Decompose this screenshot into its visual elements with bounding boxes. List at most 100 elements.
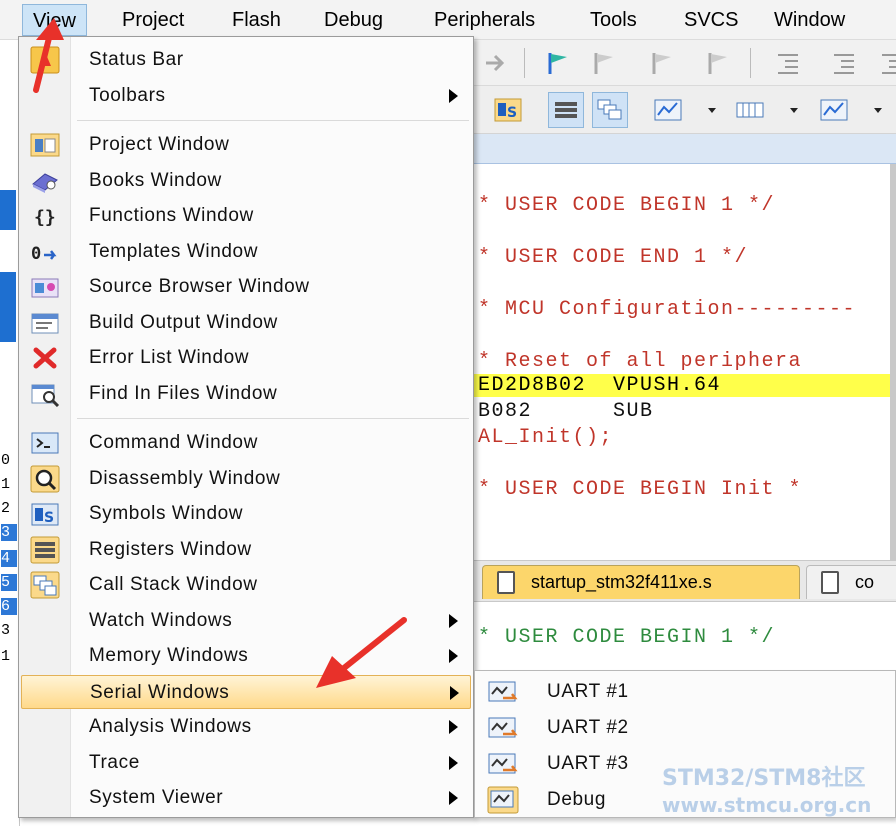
line-number: 1	[1, 648, 11, 665]
serial-dropdown-icon[interactable]	[860, 92, 896, 128]
symbols-icon: S	[27, 499, 63, 529]
menu-item-call-stack-window[interactable]: Call Stack Window	[21, 568, 471, 602]
file-tab-label: startup_stm32f411xe.s	[531, 572, 712, 592]
menu-svcs[interactable]: SVCS	[674, 4, 748, 36]
document-icon	[821, 571, 839, 594]
analysis-toolbar-icon[interactable]	[650, 92, 686, 128]
menu-item-functions-window[interactable]: {} Functions Window	[21, 199, 471, 233]
menu-item-status-bar[interactable]: Status Bar	[21, 43, 471, 77]
debug-viewer-icon	[485, 785, 521, 815]
menu-item-trace[interactable]: Trace	[21, 746, 471, 780]
code-line: * USER CODE END 1 */	[478, 246, 749, 269]
analysis-dropdown-icon[interactable]	[694, 92, 730, 128]
call-stack-icon	[27, 570, 63, 600]
menu-window[interactable]: Window	[764, 4, 855, 36]
gutter-marker	[0, 272, 16, 342]
menu-item-watch-windows[interactable]: Watch Windows	[21, 604, 471, 638]
line-number: 4	[1, 550, 17, 567]
unindent-icon[interactable]	[826, 45, 862, 81]
menu-debug[interactable]: Debug	[314, 4, 393, 36]
menu-item-build-output-window[interactable]: Build Output Window	[21, 306, 471, 340]
svg-text:{}: {}	[34, 207, 56, 228]
menu-item-registers-window[interactable]: Registers Window	[21, 533, 471, 567]
line-number: 3	[1, 622, 11, 639]
menu-item-label: Disassembly Window	[89, 467, 281, 489]
menu-item-system-viewer[interactable]: System Viewer	[21, 781, 471, 815]
code-line: * Reset of all periphera	[478, 350, 803, 373]
project-window-icon	[27, 130, 63, 160]
file-tab[interactable]: startup_stm32f411xe.s	[482, 565, 800, 599]
menu-item-source-browser-window[interactable]: Source Browser Window	[21, 270, 471, 304]
document-icon	[497, 571, 515, 594]
toolbar-row-1	[474, 40, 896, 86]
submenu-item-label: UART #2	[547, 717, 629, 738]
menu-item-label: Analysis Windows	[89, 716, 252, 737]
submenu-arrow-icon	[449, 720, 458, 734]
uart-icon	[485, 677, 521, 707]
call-stack-toolbar-icon[interactable]	[592, 92, 628, 128]
find-in-files-icon	[27, 379, 63, 409]
svg-text:S: S	[44, 510, 54, 526]
submenu-item-uart-1[interactable]: UART #1	[477, 675, 895, 709]
menu-item-memory-windows[interactable]: Memory Windows	[21, 639, 471, 673]
left-editor-gutter: 0 1 2 3 4 5 6 3 1	[0, 40, 20, 826]
menu-item-serial-windows[interactable]: Serial Windows	[21, 674, 471, 709]
svg-text:0: 0	[31, 244, 41, 264]
code-line: * USER CODE BEGIN 1 */	[478, 194, 776, 217]
next-bookmark-icon[interactable]	[644, 45, 680, 81]
document-tab-bar	[474, 134, 896, 164]
memory-dropdown-icon[interactable]	[776, 92, 812, 128]
comment-icon[interactable]	[874, 45, 896, 81]
menu-item-label: Project Window	[89, 134, 230, 155]
symbols-toolbar-icon[interactable]: S	[490, 92, 526, 128]
braces-icon: {}	[27, 201, 63, 231]
menu-project[interactable]: Project	[112, 4, 194, 36]
uart-icon	[485, 749, 521, 779]
menu-item-project-window[interactable]: Project Window	[21, 128, 471, 162]
menu-item-symbols-window[interactable]: S Symbols Window	[21, 497, 471, 531]
menu-item-analysis-windows[interactable]: Analysis Windows	[21, 710, 471, 744]
toolbar-row-2: S	[474, 86, 896, 134]
clear-bookmarks-icon[interactable]	[700, 45, 736, 81]
source-browser-icon	[27, 272, 63, 302]
code-line: * MCU Configuration---------	[478, 298, 857, 321]
menu-item-label: Find In Files Window	[89, 382, 278, 404]
menu-flash[interactable]: Flash	[222, 4, 291, 36]
menu-item-error-list-window[interactable]: Error List Window	[21, 341, 471, 375]
menu-item-books-window[interactable]: Books Window	[21, 164, 471, 198]
indent-icon[interactable]	[770, 45, 806, 81]
menu-item-disassembly-window[interactable]: Disassembly Window	[21, 462, 471, 496]
prev-bookmark-icon[interactable]	[586, 45, 622, 81]
submenu-item-label: Debug	[547, 789, 606, 810]
menu-item-label: System Viewer	[89, 787, 224, 808]
registers-toolbar-icon[interactable]	[548, 92, 584, 128]
memory-toolbar-icon[interactable]	[732, 92, 768, 128]
view-menu-dropdown: Status Bar Toolbars Project Window Books Wi…	[18, 36, 474, 818]
command-prompt-icon	[27, 428, 63, 458]
uart-icon	[485, 713, 521, 743]
menu-item-label: Error List Window	[89, 347, 250, 368]
menu-item-toolbars[interactable]: Toolbars	[21, 79, 471, 113]
line-number: 1	[1, 476, 11, 493]
menu-item-find-in-files-window[interactable]: Find In Files Window	[21, 377, 471, 411]
code-line: * USER CODE BEGIN 1 */	[478, 626, 776, 649]
file-tab[interactable]: co	[806, 565, 896, 599]
serial-toolbar-icon[interactable]	[816, 92, 852, 128]
menu-item-templates-window[interactable]: 0 Templates Window	[21, 235, 471, 269]
line-number: 2	[1, 500, 11, 517]
menu-view[interactable]: View	[22, 4, 87, 36]
submenu-item-uart-2[interactable]: UART #2	[477, 711, 895, 745]
submenu-arrow-icon	[450, 685, 459, 700]
menu-peripherals[interactable]: Peripherals	[424, 4, 545, 36]
menu-tools[interactable]: Tools	[580, 4, 647, 36]
submenu-item-label: UART #1	[547, 681, 629, 702]
code-line: B082 SUB	[478, 400, 654, 423]
submenu-arrow-icon	[449, 613, 458, 628]
forward-arrow-icon[interactable]	[478, 45, 514, 81]
menu-item-label: Toolbars	[89, 84, 166, 106]
bookmark-flag-icon[interactable]	[540, 45, 576, 81]
menu-item-command-window[interactable]: Command Window	[21, 426, 471, 460]
menu-item-label: Books Window	[89, 169, 222, 191]
templates-icon: 0	[27, 237, 63, 267]
code-editor[interactable]: * USER CODE BEGIN 1 */ * USER CODE END 1 …	[474, 164, 896, 560]
